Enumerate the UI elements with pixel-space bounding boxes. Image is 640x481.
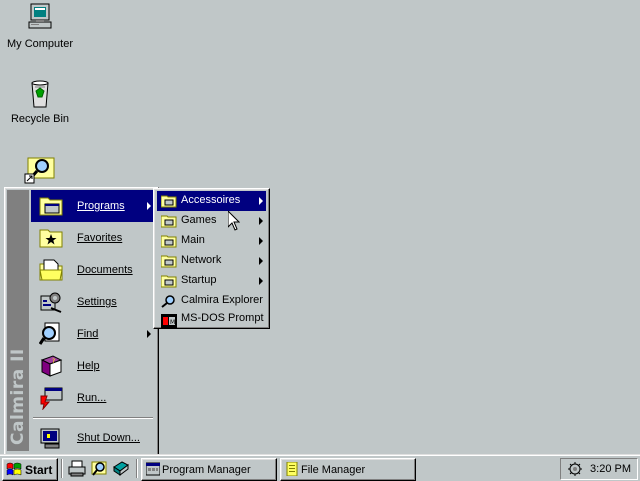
start-menu-item-label: Run... [77, 392, 107, 404]
svg-text:MS: MS [170, 319, 177, 326]
desktop-icon-label: Recycle Bin [10, 113, 70, 125]
start-button[interactable]: Start [2, 458, 58, 481]
submenu-item-ms-dos-prompt[interactable]: MS MS-DOS Prompt [157, 311, 266, 328]
folder-icon [160, 194, 177, 208]
submenu-item-startup[interactable]: Startup [157, 271, 266, 291]
submenu-arrow-icon [259, 257, 263, 265]
submenu-item-label: Accessoires [181, 194, 241, 206]
task-button-label: File Manager [301, 464, 366, 476]
start-menu-banner-text: Calmira II [8, 348, 28, 445]
start-menu-item-label: Documents [77, 264, 133, 276]
file-manager-icon [285, 461, 299, 477]
start-menu-item-find[interactable]: Find [31, 318, 154, 350]
start-menu-item-run[interactable]: Run... [31, 382, 154, 414]
run-icon [39, 386, 63, 411]
find-icon [38, 322, 63, 346]
task-button-file-manager[interactable]: File Manager [280, 458, 416, 481]
program-manager-icon [145, 462, 161, 476]
start-button-label: Start [25, 463, 53, 477]
taskbar: Start Program Manager File Manager 3:20 … [0, 454, 640, 481]
start-menu-item-programs[interactable]: Programs [31, 190, 154, 222]
start-menu-item-label: Help [77, 360, 100, 372]
quick-launch-desktop-icon[interactable] [112, 459, 130, 477]
submenu-arrow-icon [259, 277, 263, 285]
start-menu-item-favorites[interactable]: Favorites [31, 222, 154, 254]
desktop-icon-recycle-bin[interactable]: Recycle Bin [3, 77, 77, 126]
folder-icon [160, 274, 177, 288]
tray-settings-icon[interactable] [567, 461, 583, 477]
start-menu-item-label: Shut Down... [77, 432, 140, 444]
submenu-item-main[interactable]: Main [157, 231, 266, 251]
find-shortcut-icon [24, 152, 56, 184]
folder-icon [160, 234, 177, 248]
documents-folder-icon [39, 258, 63, 282]
folder-icon [160, 254, 177, 268]
start-menu-item-label: Settings [77, 296, 117, 308]
submenu-arrow-icon [259, 197, 263, 205]
programs-submenu: Accessoires Games Main Network Startup C [153, 188, 270, 329]
start-menu-separator [33, 417, 153, 419]
submenu-item-label: Calmira Explorer [181, 294, 263, 306]
submenu-item-network[interactable]: Network [157, 251, 266, 271]
taskbar-separator [136, 459, 138, 478]
task-button-program-manager[interactable]: Program Manager [141, 458, 277, 481]
submenu-item-accessoires[interactable]: Accessoires [157, 191, 266, 211]
computer-icon [24, 2, 56, 34]
settings-icon [39, 290, 63, 314]
submenu-arrow-icon [259, 237, 263, 245]
submenu-item-games[interactable]: Games [157, 211, 266, 231]
help-book-icon: ? [39, 354, 63, 378]
taskbar-separator [61, 459, 63, 478]
start-menu-banner: Calmira II [7, 190, 29, 451]
clock[interactable]: 3:20 PM [590, 463, 631, 475]
start-menu-item-documents[interactable]: Documents [31, 254, 154, 286]
submenu-arrow-icon [147, 202, 151, 210]
submenu-item-label: Main [181, 234, 205, 246]
start-menu-item-label: Programs [77, 200, 125, 212]
submenu-item-label: Games [181, 214, 217, 226]
submenu-arrow-icon [147, 330, 151, 338]
submenu-item-calmira-explorer[interactable]: Calmira Explorer [157, 291, 266, 311]
start-menu-item-label: Find [77, 328, 99, 340]
explorer-icon [161, 294, 177, 308]
shut-down-icon [39, 426, 63, 450]
submenu-item-label: Startup [181, 274, 217, 286]
start-menu-item-settings[interactable]: Settings [31, 286, 154, 318]
svg-text:?: ? [52, 358, 55, 365]
system-tray: 3:20 PM [560, 458, 638, 480]
mouse-cursor-icon [227, 209, 241, 231]
start-menu-item-label: Favorites [77, 232, 123, 244]
submenu-arrow-icon [259, 217, 263, 225]
programs-folder-icon [39, 194, 63, 218]
favorites-folder-icon [39, 226, 63, 250]
start-menu: Calmira II Programs Favorites Documents … [4, 187, 159, 456]
ms-dos-icon: MS [161, 314, 179, 328]
folder-icon [160, 214, 177, 228]
windows-logo-icon [6, 462, 22, 476]
start-menu-item-shut-down[interactable]: Shut Down... [31, 422, 154, 454]
start-menu-item-help[interactable]: ? Help [31, 350, 154, 382]
desktop-icon-label: My Computer [6, 38, 74, 50]
quick-launch-find-icon[interactable] [90, 459, 108, 477]
recycle-bin-icon [24, 77, 56, 109]
submenu-item-label: MS-DOS Prompt [181, 312, 264, 324]
task-button-label: Program Manager [162, 464, 251, 476]
submenu-item-label: Network [181, 254, 222, 266]
quick-launch-printer-icon[interactable] [68, 459, 86, 477]
desktop-icon-my-computer[interactable]: My Computer [3, 2, 77, 51]
